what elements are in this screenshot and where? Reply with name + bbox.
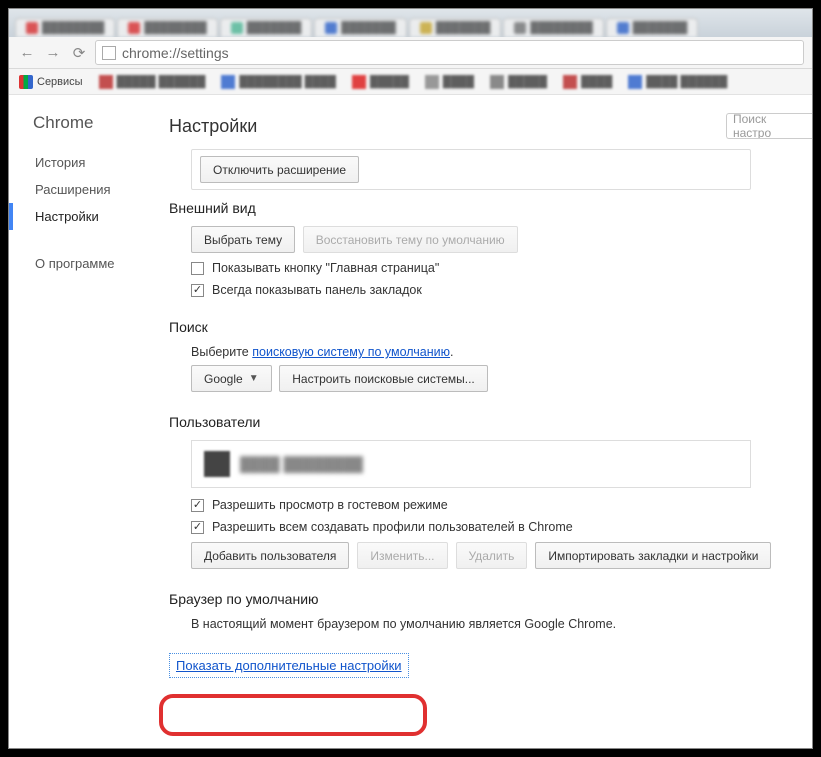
show-home-checkbox[interactable]: [191, 262, 204, 275]
section-appearance: Внешний вид Выбрать тему Восстановить те…: [169, 200, 812, 297]
search-settings-placeholder: Поиск настро: [733, 113, 806, 139]
address-bar-text: chrome://settings: [122, 45, 229, 61]
sidebar-brand: Chrome: [9, 113, 169, 149]
settings-sidebar: Chrome История Расширения Настройки О пр…: [9, 95, 169, 748]
apps-icon: [19, 75, 33, 89]
import-bookmarks-button[interactable]: Импортировать закладки и настройки: [535, 542, 771, 569]
add-user-button[interactable]: Добавить пользователя: [191, 542, 349, 569]
always-show-bookmarks-label: Всегда показывать панель закладок: [212, 283, 422, 297]
search-desc-suffix: .: [450, 345, 453, 359]
tab-strip: ████████ ████████ ███████ ███████ ██████…: [9, 9, 812, 37]
extension-panel: Отключить расширение: [191, 149, 751, 190]
settings-main: Настройки Поиск настро Отключить расшире…: [169, 95, 812, 748]
browser-tab[interactable]: ████████: [117, 18, 217, 37]
bookmark-item[interactable]: ████████ ████: [221, 75, 336, 89]
search-desc-prefix: Выберите: [191, 345, 252, 359]
user-card[interactable]: ████ ████████: [191, 440, 751, 488]
search-engine-select[interactable]: Google ▼: [191, 365, 272, 392]
page-icon: [102, 46, 116, 60]
section-default-browser: Браузер по умолчанию В настоящий момент …: [169, 591, 812, 631]
bookmarks-bar: Сервисы █████ ██████ ████████ ████ █████…: [9, 69, 812, 95]
guest-mode-checkbox[interactable]: [191, 499, 204, 512]
guest-mode-label: Разрешить просмотр в гостевом режиме: [212, 498, 448, 512]
back-button[interactable]: ←: [17, 43, 37, 63]
sidebar-item-history[interactable]: История: [9, 149, 169, 176]
search-engine-value: Google: [204, 372, 243, 386]
sidebar-item-extensions[interactable]: Расширения: [9, 176, 169, 203]
appearance-heading: Внешний вид: [169, 200, 812, 216]
allow-create-profiles-label: Разрешить всем создавать профили пользов…: [212, 520, 573, 534]
edit-user-button[interactable]: Изменить...: [357, 542, 447, 569]
bookmark-item[interactable]: ████: [425, 75, 474, 89]
users-heading: Пользователи: [169, 414, 812, 430]
address-bar[interactable]: chrome://settings: [95, 40, 804, 65]
bookmark-item[interactable]: ████: [563, 75, 612, 89]
delete-user-button[interactable]: Удалить: [456, 542, 528, 569]
always-show-bookmarks-checkbox[interactable]: [191, 284, 204, 297]
sidebar-item-about[interactable]: О программе: [9, 250, 169, 277]
annotation-highlight: [159, 694, 427, 736]
content-area: Chrome История Расширения Настройки О пр…: [9, 95, 812, 748]
default-browser-status: В настоящий момент браузером по умолчани…: [191, 617, 812, 631]
bookmark-item[interactable]: █████: [490, 75, 547, 89]
browser-tab[interactable]: ███████: [409, 18, 502, 37]
user-avatar: [204, 451, 230, 477]
apps-label: Сервисы: [37, 76, 83, 88]
browser-tab[interactable]: ███████: [606, 18, 699, 37]
default-search-link[interactable]: поисковую систему по умолчанию: [252, 345, 450, 359]
show-home-label: Показывать кнопку "Главная страница": [212, 261, 439, 275]
sidebar-item-settings[interactable]: Настройки: [9, 203, 169, 230]
browser-tab[interactable]: ████████: [503, 18, 603, 37]
page-title: Настройки: [169, 116, 257, 137]
browser-tab[interactable]: ███████: [314, 18, 407, 37]
bookmark-item[interactable]: ████ ██████: [628, 75, 727, 89]
choose-theme-button[interactable]: Выбрать тему: [191, 226, 295, 253]
default-browser-heading: Браузер по умолчанию: [169, 591, 812, 607]
search-settings-input[interactable]: Поиск настро: [726, 113, 812, 139]
allow-create-profiles-checkbox[interactable]: [191, 521, 204, 534]
browser-tab[interactable]: ████████: [15, 18, 115, 37]
browser-window: ████████ ████████ ███████ ███████ ██████…: [8, 8, 813, 749]
bookmark-item[interactable]: █████: [352, 75, 409, 89]
manage-search-engines-button[interactable]: Настроить поисковые системы...: [279, 365, 488, 392]
reset-theme-button[interactable]: Восстановить тему по умолчанию: [303, 226, 518, 253]
browser-tab[interactable]: ███████: [220, 18, 313, 37]
caret-down-icon: ▼: [249, 373, 259, 384]
toolbar: ← → ⟳ chrome://settings: [9, 37, 812, 69]
reload-button[interactable]: ⟳: [69, 43, 89, 63]
forward-button[interactable]: →: [43, 43, 63, 63]
search-heading: Поиск: [169, 319, 812, 335]
section-users: Пользователи ████ ████████ Разрешить про…: [169, 414, 812, 569]
section-search: Поиск Выберите поисковую систему по умол…: [169, 319, 812, 392]
user-name: ████ ████████: [240, 456, 363, 472]
bookmark-item[interactable]: █████ ██████: [99, 75, 206, 89]
apps-shortcut[interactable]: Сервисы: [19, 75, 83, 89]
disable-extension-button[interactable]: Отключить расширение: [200, 156, 359, 183]
show-advanced-settings-link[interactable]: Показать дополнительные настройки: [169, 653, 409, 678]
